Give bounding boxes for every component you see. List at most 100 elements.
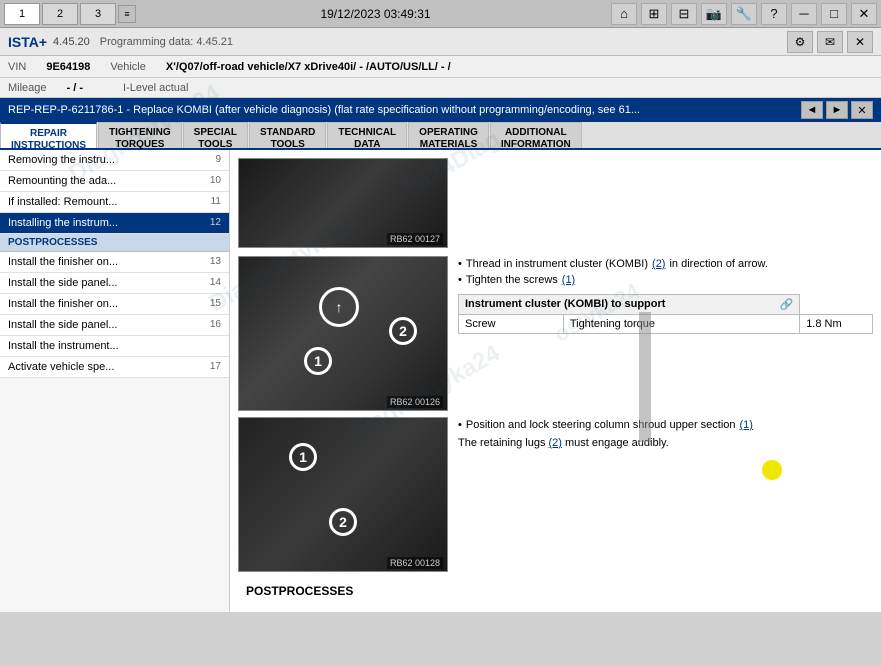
list-item-ifinstalled[interactable]: If installed: Remount... 11 bbox=[0, 192, 229, 213]
table-cell-torque-label: Tightening torque bbox=[563, 315, 799, 334]
content-area: Removing the instru... 9 Remounting the … bbox=[0, 150, 881, 612]
image-3-container: 1 2 RB62 00128 bbox=[238, 417, 448, 572]
list-item-activate[interactable]: Activate vehicle spe... 17 bbox=[0, 357, 229, 378]
wrench-icon[interactable]: 🔧 bbox=[731, 3, 757, 25]
item-num-10: 10 bbox=[210, 175, 221, 187]
annotation-circle-2: 2 bbox=[389, 317, 417, 345]
minimize-icon[interactable]: ─ bbox=[791, 3, 817, 25]
image-2-container: ↑ 2 1 RB62 00126 bbox=[238, 256, 448, 411]
repair-title: REP-REP-P-6211786-1 - Replace KOMBI (aft… bbox=[8, 104, 640, 116]
table-title: Instrument cluster (KOMBI) to support bbox=[465, 298, 665, 310]
repair-image-1: RB62 00127 bbox=[238, 158, 448, 248]
vin-value: 9E64198 bbox=[46, 61, 90, 73]
image-3-label: RB62 00128 bbox=[387, 557, 443, 569]
tab-special-tools[interactable]: SPECIAL TOOLS bbox=[183, 122, 248, 148]
item-num-9: 9 bbox=[215, 154, 221, 166]
item-text-instrument: Install the instrument... bbox=[8, 340, 119, 352]
annotation-circle-5: 2 bbox=[329, 508, 357, 536]
mileage-bar: Mileage - / - I-Level actual bbox=[0, 78, 881, 98]
tab-1[interactable]: 1 bbox=[4, 3, 40, 25]
screen-icon[interactable]: ⊟ bbox=[671, 3, 697, 25]
tab-technical-data[interactable]: TECHNICAL DATA bbox=[327, 122, 407, 148]
close-app-icon[interactable]: ✕ bbox=[847, 31, 873, 53]
settings-icon[interactable]: ⚙ bbox=[787, 31, 813, 53]
item-text-ifinstalled: If installed: Remount... bbox=[8, 196, 117, 208]
postprocesses-footer: POSTPROCESSES bbox=[238, 578, 873, 604]
item-text-activate: Activate vehicle spe... bbox=[8, 361, 114, 373]
list-item-instrument[interactable]: Install the instrument... bbox=[0, 336, 229, 357]
app-version: 4.45.20 bbox=[53, 36, 90, 48]
bullet-tighten: Tighten the screws (1) bbox=[458, 272, 873, 288]
list-item-installing[interactable]: Installing the instrum... 12 bbox=[0, 213, 229, 234]
link-ref-2b[interactable]: (2) bbox=[549, 437, 562, 449]
text-section-3: Position and lock steering column shroud… bbox=[458, 417, 873, 572]
list-item-remounting[interactable]: Remounting the ada... 10 bbox=[0, 171, 229, 192]
help-icon[interactable]: ? bbox=[761, 3, 787, 25]
item-num-15: 15 bbox=[210, 298, 221, 310]
grid-icon[interactable]: ⊞ bbox=[641, 3, 667, 25]
table-title-cell: Instrument cluster (KOMBI) to support 🔗 bbox=[459, 295, 800, 315]
right-panel[interactable]: RB62 00127 ↑ 2 1 RB62 00126 bbox=[230, 150, 881, 612]
item-text-finisher2: Install the finisher on... bbox=[8, 298, 118, 310]
tab-additional-information[interactable]: ADDITIONAL INFORMATION bbox=[490, 122, 582, 148]
left-panel-inner: Removing the instru... 9 Remounting the … bbox=[0, 150, 229, 378]
close-window-icon[interactable]: ✕ bbox=[851, 3, 877, 25]
tab-bar: REPAIR INSTRUCTIONS TIGHTENING TORQUES S… bbox=[0, 122, 881, 150]
left-panel: Removing the instru... 9 Remounting the … bbox=[0, 150, 230, 612]
list-item-finisher1[interactable]: Install the finisher on... 13 bbox=[0, 252, 229, 273]
item-num-17: 17 bbox=[210, 361, 221, 373]
home-icon[interactable]: ⌂ bbox=[611, 3, 637, 25]
item-num-11: 11 bbox=[211, 196, 221, 208]
list-item-finisher2[interactable]: Install the finisher on... 15 bbox=[0, 294, 229, 315]
programming-data: Programming data: 4.45.21 bbox=[100, 36, 233, 48]
link-ref-1b[interactable]: (1) bbox=[740, 419, 753, 431]
tab-operating-materials[interactable]: OPERATING MATERIALS bbox=[408, 122, 489, 148]
list-icon[interactable]: ≡ bbox=[118, 5, 136, 23]
item-num-14: 14 bbox=[210, 277, 221, 289]
vin-label: VIN bbox=[8, 61, 26, 73]
tab-repair-instructions[interactable]: REPAIR INSTRUCTIONS bbox=[0, 122, 97, 148]
item-num-16: 16 bbox=[210, 319, 221, 331]
repair-close-button[interactable]: ✕ bbox=[851, 101, 873, 119]
repair-nav: ◄ ► ✕ bbox=[801, 101, 873, 119]
tab-3[interactable]: 3 bbox=[80, 3, 116, 25]
table-cell-screw: Screw bbox=[459, 315, 564, 334]
maximize-icon[interactable]: □ bbox=[821, 3, 847, 25]
mail-icon[interactable]: ✉ bbox=[817, 31, 843, 53]
postprocesses-header: POSTPROCESSES bbox=[0, 234, 229, 252]
title-bar: 1 2 3 ≡ 19/12/2023 03:49:31 ⌂ ⊞ ⊟ 📷 🔧 ? … bbox=[0, 0, 881, 28]
item-text-removing: Removing the instru... bbox=[8, 154, 115, 166]
text-section-1 bbox=[458, 158, 873, 248]
image-1-container: RB62 00127 bbox=[238, 158, 448, 248]
bullet-thread: Thread in instrument cluster (KOMBI) (2)… bbox=[458, 256, 873, 272]
nav-next-button[interactable]: ► bbox=[826, 101, 848, 119]
nav-prev-button[interactable]: ◄ bbox=[801, 101, 823, 119]
repair-image-3: 1 2 RB62 00128 bbox=[238, 417, 448, 572]
datetime: 19/12/2023 03:49:31 bbox=[140, 7, 611, 21]
mileage-value: - / - bbox=[67, 82, 84, 94]
item-text-finisher1: Install the finisher on... bbox=[8, 256, 118, 268]
vehicle-bar: VIN 9E64198 Vehicle X'/Q07/off-road vehi… bbox=[0, 56, 881, 78]
link-ref-1a[interactable]: (1) bbox=[562, 274, 575, 286]
tab-tightening-torques[interactable]: TIGHTENING TORQUES bbox=[98, 122, 182, 148]
section-middle: ↑ 2 1 RB62 00126 Thread in instrument cl… bbox=[238, 256, 873, 411]
camera-icon[interactable]: 📷 bbox=[701, 3, 727, 25]
list-item-sidepanel1[interactable]: Install the side panel... 14 bbox=[0, 273, 229, 294]
list-item-removing[interactable]: Removing the instru... 9 bbox=[0, 150, 229, 171]
repair-header: REP-REP-P-6211786-1 - Replace KOMBI (aft… bbox=[0, 98, 881, 122]
item-text-installing: Installing the instrum... bbox=[8, 217, 118, 229]
item-text-sidepanel1: Install the side panel... bbox=[8, 277, 117, 289]
annotation-circle-1: ↑ bbox=[319, 287, 359, 327]
app-title: ISTA+ bbox=[8, 34, 47, 50]
item-num-13: 13 bbox=[210, 256, 221, 268]
list-item-sidepanel2[interactable]: Install the side panel... 16 bbox=[0, 315, 229, 336]
ilevel-label: I-Level actual bbox=[123, 82, 188, 94]
tab-standard-tools[interactable]: STANDARD TOOLS bbox=[249, 122, 326, 148]
image-1-label: RB62 00127 bbox=[387, 233, 443, 245]
app-container: 1 2 3 ≡ 19/12/2023 03:49:31 ⌂ ⊞ ⊟ 📷 🔧 ? … bbox=[0, 0, 881, 665]
section-top: RB62 00127 bbox=[238, 158, 873, 248]
tab-2[interactable]: 2 bbox=[42, 3, 78, 25]
section-bottom: 1 2 RB62 00128 Position and lock steerin… bbox=[238, 417, 873, 572]
link-ref-2a[interactable]: (2) bbox=[652, 258, 665, 270]
table-link-icon[interactable]: 🔗 bbox=[779, 298, 793, 311]
